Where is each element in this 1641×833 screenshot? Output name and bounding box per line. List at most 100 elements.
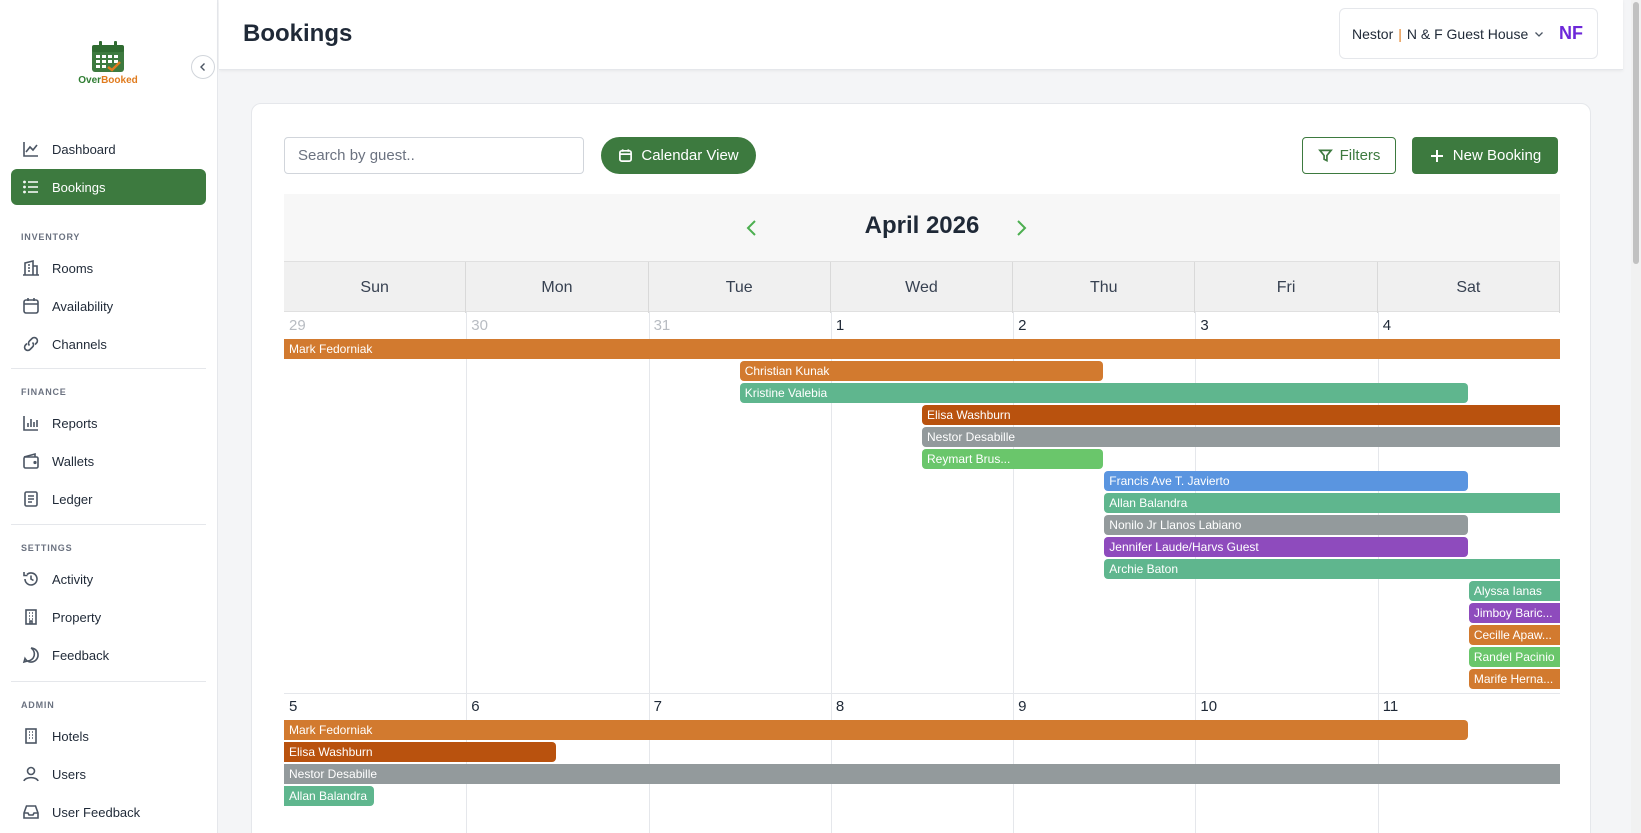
booking-event[interactable]: Allan Balandra [1104,493,1560,513]
guest-search-input[interactable] [284,137,584,174]
calendar-icon [23,298,39,314]
booking-event[interactable]: Reymart Brus... [922,449,1104,469]
weekday-wed: Wed [831,262,1014,313]
weekday-fri: Fri [1195,262,1378,313]
sidebar-item-bookings[interactable]: Bookings [11,169,206,205]
sidebar-item-activity[interactable]: Activity [11,561,206,597]
day-number[interactable]: 8 [836,698,844,715]
wallet-icon [23,452,39,469]
day-number[interactable]: 7 [654,698,662,715]
booking-event[interactable]: Randel Pacinio [1468,647,1560,667]
sidebar-item-availability[interactable]: Availability [11,288,206,324]
booking-event[interactable]: Nestor Desabille [284,764,1560,784]
bar-chart-icon [23,416,38,431]
sidebar-item-users[interactable]: Users [11,756,206,792]
sidebar-item-user-feedback[interactable]: User Feedback [11,794,206,830]
sidebar-item-label: Wallets [52,453,95,469]
booking-event[interactable]: Archie Baton [1104,559,1560,579]
day-number[interactable]: 31 [654,317,671,334]
sidebar-item-channels[interactable]: Channels [11,326,206,362]
calendar-header: April 2026 [284,194,1560,261]
user-name: Nestor [1352,25,1394,42]
sidebar-item-label: Property [52,609,102,625]
message-icon [22,647,39,664]
sidebar-item-label: Hotels [52,728,89,744]
booking-calendar: April 2026 Sun Mon Tue Wed Thu Fri Sat 29 30 31 1… [284,194,1560,833]
grid-row-line [284,693,1560,694]
filters-label: Filters [1339,147,1381,164]
sidebar-item-dashboard[interactable]: Dashboard [11,131,206,167]
grid-column-line [648,312,650,833]
sidebar-item-label: Channels [52,336,107,352]
hotel-icon [25,728,37,744]
sidebar-divider [11,524,206,525]
booking-event[interactable]: Allan Balandra [284,786,375,806]
day-number[interactable]: 11 [1383,698,1399,715]
sidebar-divider [11,368,206,369]
sidebar-item-reports[interactable]: Reports [11,405,206,441]
page-scrollbar[interactable] [1631,0,1641,833]
sidebar-item-rooms[interactable]: Rooms [11,250,206,286]
user-menu[interactable]: Nestor | N & F Guest House NF [1339,8,1598,59]
booking-event[interactable]: Marife Herna... [1468,669,1560,689]
day-number[interactable]: 30 [471,317,488,334]
collapse-sidebar-button[interactable] [191,55,215,79]
sidebar-item-ledger[interactable]: Ledger [11,481,206,517]
day-number[interactable]: 6 [471,698,479,715]
day-number[interactable]: 9 [1018,698,1026,715]
booking-event[interactable]: Kristine Valebia [739,383,1468,403]
chevron-down-icon [1535,31,1544,37]
section-label-settings: SETTINGS [21,543,73,553]
day-number[interactable]: 4 [1383,317,1391,334]
calendar-grid: 29 30 31 1 2 3 4 5 6 7 8 9 10 11 Mark Fedorniak Christi… [284,312,1560,833]
booking-event[interactable]: Jimboy Baric... [1468,603,1560,623]
booking-event[interactable]: Alyssa Ianas [1468,581,1560,601]
weekday-sun: Sun [284,262,467,313]
booking-event[interactable]: Nonilo Jr Llanos Labiano [1104,515,1468,535]
booking-event[interactable]: Mark Fedorniak [284,720,1468,740]
day-number[interactable]: 1 [836,317,844,334]
new-booking-label: New Booking [1452,147,1542,164]
sidebar-item-label: Bookings [52,179,106,195]
calendar-view-button[interactable]: Calendar View [601,137,756,174]
sidebar-item-label: Users [52,766,86,782]
booking-event[interactable]: Nestor Desabille [922,427,1560,447]
booking-event[interactable]: Elisa Washburn [284,742,557,762]
sidebar-item-label: User Feedback [52,804,141,820]
sidebar-item-label: Availability [52,298,114,314]
day-number[interactable]: 5 [289,698,297,715]
list-icon [23,180,38,194]
filters-button[interactable]: Filters [1302,137,1396,174]
ledger-icon [24,491,38,507]
section-label-finance: FINANCE [21,387,67,397]
building-icon [25,609,37,625]
weekday-header-row: Sun Mon Tue Wed Thu Fri Sat [284,261,1560,313]
sidebar-item-label: Rooms [52,260,94,276]
booking-event[interactable]: Christian Kunak [739,361,1104,381]
top-header: Bookings Nestor | N & F Guest House NF [219,0,1623,70]
calendar-logo-icon [92,41,124,72]
next-month-icon[interactable] [1009,216,1033,240]
history-icon [23,572,38,586]
weekday-thu: Thu [1013,262,1196,313]
booking-event[interactable]: Francis Ave T. Javierto [1104,471,1468,491]
day-number[interactable]: 3 [1200,317,1208,334]
building-icon [23,259,39,276]
chevron-left-icon [200,63,205,71]
day-number[interactable]: 2 [1018,317,1026,334]
new-booking-button[interactable]: New Booking [1412,137,1558,174]
scroll-thumb[interactable] [1633,2,1639,264]
sidebar-item-feedback[interactable]: Feedback [11,637,206,673]
sidebar-item-wallets[interactable]: Wallets [11,443,206,479]
sidebar-item-hotels[interactable]: Hotels [11,718,206,754]
booking-event[interactable]: Cecille Apaw... [1468,625,1560,645]
section-label-inventory: INVENTORY [21,232,81,242]
booking-event[interactable]: Mark Fedorniak [284,339,1560,359]
booking-event[interactable]: Elisa Washburn [922,405,1560,425]
app-logo[interactable]: OverBooked [76,40,140,92]
booking-event[interactable]: Jennifer Laude/Harvs Guest [1104,537,1468,557]
day-number[interactable]: 10 [1200,698,1217,715]
day-number[interactable]: 29 [289,317,306,334]
sidebar-divider [11,681,206,682]
sidebar-item-property[interactable]: Property [11,599,206,635]
